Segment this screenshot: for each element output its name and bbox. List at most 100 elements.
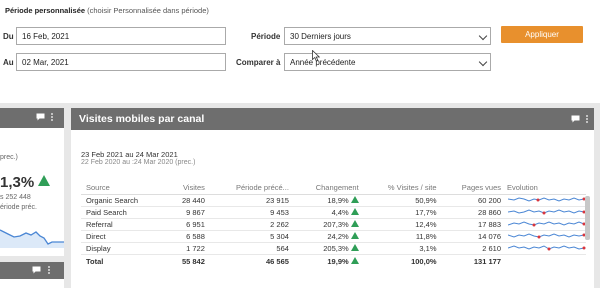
- more-vertical-icon[interactable]: [47, 266, 51, 274]
- triangle-up-icon: [350, 256, 359, 264]
- col-previous-period[interactable]: Période précé...: [207, 182, 292, 195]
- table-scrollbar[interactable]: [585, 196, 590, 240]
- cell-pageviews: 28 860: [439, 206, 504, 219]
- cell-evolution: [504, 206, 586, 219]
- cell-visits: 1 722: [166, 242, 208, 255]
- triangle-up-icon: [350, 207, 359, 215]
- cell-change: 24,2%: [291, 230, 362, 243]
- cell-previous: 23 915: [207, 194, 292, 207]
- change-value: 4,4%: [331, 207, 349, 217]
- cell-source: Organic Search: [81, 194, 167, 207]
- cell-change: 18,9%: [291, 194, 362, 207]
- filter-title: Période personnalisée (choisir Personnal…: [5, 6, 209, 15]
- table-row[interactable]: Display 1 722 564 205,3% 3,1% 2 610: [81, 242, 586, 255]
- to-date-input[interactable]: 02 Mar, 2021: [16, 53, 226, 71]
- left-widget-line2: s 252 448: [0, 194, 31, 201]
- to-label: Au: [3, 58, 14, 67]
- triangle-up-icon: [350, 195, 359, 203]
- more-vertical-icon[interactable]: [585, 115, 589, 123]
- widget-header: Visites mobiles par canal: [71, 108, 594, 130]
- col-visits[interactable]: Visites: [166, 182, 208, 195]
- total-pageviews: 131 177: [473, 256, 501, 266]
- left-widget-kpi: 1,3%: [0, 174, 51, 191]
- comment-icon[interactable]: [571, 115, 580, 123]
- cell-pct: 50,9%: [361, 194, 440, 207]
- triangle-up-icon: [38, 175, 51, 186]
- period-select[interactable]: 30 Derniers jours: [284, 27, 491, 45]
- table-row[interactable]: Organic Search 28 440 23 915 18,9% 50,9%…: [81, 194, 586, 207]
- cell-source: Direct: [81, 230, 167, 243]
- total-evolution: [504, 254, 586, 268]
- cell-visits: 28 440: [166, 194, 208, 207]
- total-visits: 55 842: [181, 256, 205, 266]
- total-pct: 100,0%: [411, 256, 437, 266]
- compare-label: Comparer à: [236, 58, 281, 67]
- filter-panel: Période personnalisée (choisir Personnal…: [0, 0, 600, 102]
- chevron-down-icon: [478, 57, 488, 67]
- table-total-row: Total 55 842 46 565 19,9% 100,0% 131 177: [81, 254, 586, 268]
- col-pct-visits[interactable]: % Visites / site: [361, 182, 440, 195]
- cell-evolution: [504, 218, 586, 231]
- cell-source: Paid Search: [81, 206, 167, 219]
- cell-pageviews: 60 200: [439, 194, 504, 207]
- left-widget-header: [0, 108, 64, 128]
- comment-icon[interactable]: [32, 266, 41, 274]
- triangle-up-icon: [350, 243, 359, 251]
- cell-pageviews: 17 883: [439, 218, 504, 231]
- col-pageviews[interactable]: Pages vues: [439, 182, 504, 195]
- sparkline: [508, 209, 586, 215]
- cell-change: 207,3%: [291, 218, 362, 231]
- from-label: Du: [3, 32, 14, 41]
- cell-pct: 12,4%: [361, 218, 440, 231]
- left-widget-prev-label: prec.): [0, 154, 18, 161]
- total-label: Total: [86, 256, 104, 266]
- more-vertical-icon[interactable]: [50, 113, 54, 121]
- table-row[interactable]: Paid Search 9 867 9 453 4,4% 17,7% 28 86…: [81, 206, 586, 219]
- col-source[interactable]: Source: [81, 182, 167, 195]
- cell-evolution: [504, 194, 586, 207]
- cell-evolution: [504, 230, 586, 243]
- cell-pageviews: 14 076: [439, 230, 504, 243]
- total-previous: 46 565: [265, 256, 289, 266]
- cell-pct: 3,1%: [361, 242, 440, 255]
- date-range-previous: 22 Feb 2020 au :24 Mar 2020 (prec.): [81, 159, 196, 166]
- from-date-input[interactable]: 16 Feb, 2021: [16, 27, 226, 45]
- triangle-up-icon: [350, 219, 359, 227]
- cell-pageviews: 2 610: [439, 242, 504, 255]
- cell-visits: 9 867: [166, 206, 208, 219]
- cell-change: 205,3%: [291, 242, 362, 255]
- period-label: Période: [251, 32, 281, 41]
- change-value: 19,9%: [327, 256, 349, 266]
- cell-pct: 11,8%: [361, 230, 440, 243]
- apply-button[interactable]: Appliquer: [501, 26, 583, 43]
- left-widget-area-chart: [0, 229, 64, 248]
- sparkline: [508, 245, 586, 251]
- cell-visits: 6 951: [166, 218, 208, 231]
- cell-pct: 17,7%: [361, 206, 440, 219]
- cell-previous: 564: [207, 242, 292, 255]
- chevron-down-icon: [478, 31, 488, 41]
- triangle-up-icon: [350, 231, 359, 239]
- filter-title-text: Période personnalisée: [5, 6, 86, 15]
- cell-source: Referral: [81, 218, 167, 231]
- mobile-visits-widget: Visites mobiles par canal 23 Feb 2021 au…: [71, 108, 594, 288]
- cell-change: 4,4%: [291, 206, 362, 219]
- total-change: 19,9%: [292, 254, 362, 268]
- comment-icon[interactable]: [36, 113, 45, 121]
- channel-table: Source Visites Période précé... Changeme…: [81, 182, 586, 268]
- change-value: 207,3%: [323, 219, 349, 229]
- table-row[interactable]: Referral 6 951 2 262 207,3% 12,4% 17 883: [81, 218, 586, 231]
- cell-evolution: [504, 242, 586, 255]
- period-select-value: 30 Derniers jours: [290, 32, 351, 41]
- col-evolution: Evolution: [504, 182, 586, 195]
- date-range-current: 23 Feb 2021 au 24 Mar 2021: [81, 150, 178, 159]
- change-value: 205,3%: [323, 243, 349, 253]
- table-row[interactable]: Direct 6 588 5 304 24,2% 11,8% 14 076: [81, 230, 586, 243]
- sparkline: [508, 233, 586, 239]
- cell-previous: 9 453: [207, 206, 292, 219]
- left-widget: prec.) 1,3% s 252 448 ériode préc.: [0, 108, 64, 256]
- col-change[interactable]: Changement: [291, 182, 362, 195]
- cell-previous: 2 262: [207, 218, 292, 231]
- compare-select-value: Année précédente: [290, 58, 356, 67]
- cursor-icon: [312, 50, 320, 62]
